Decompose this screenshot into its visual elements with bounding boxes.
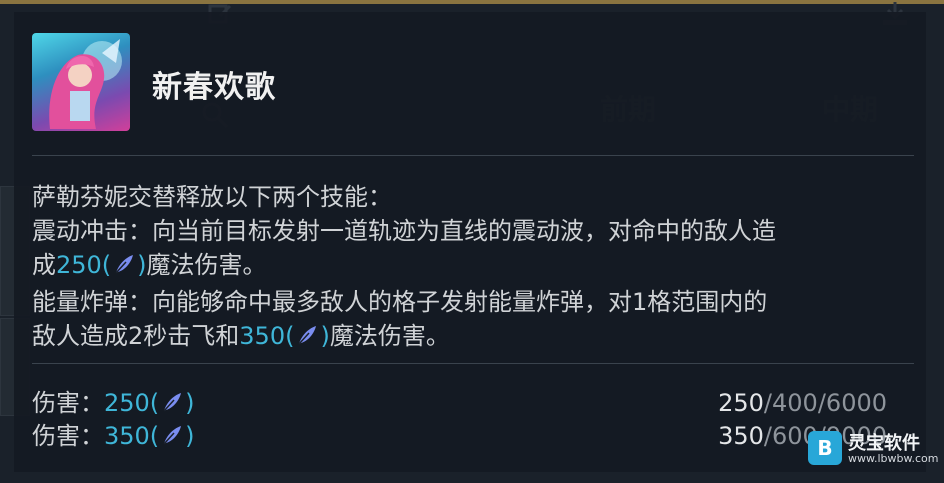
- ability-description: 萨勒芬妮交替释放以下两个技能： 震动冲击：向当前目标发射一道轨迹为直线的震动波，…: [32, 180, 912, 356]
- ap-damage-value: 350(: [104, 422, 160, 450]
- stat-label: 伤害：250(): [32, 387, 195, 422]
- description-text: 魔法伤害。: [146, 251, 267, 279]
- description-line: 震动冲击：向当前目标发射一道轨迹为直线的震动波，对命中的敌人造: [32, 217, 776, 245]
- divider: [32, 363, 914, 364]
- ap-paren: ): [185, 422, 195, 450]
- description-text: 魔法伤害。: [329, 322, 450, 350]
- separator: /: [763, 389, 773, 417]
- stat-label-text: 伤害：: [32, 422, 104, 450]
- star1-value: 350: [718, 422, 764, 450]
- ap-damage-value: 250(: [56, 251, 112, 279]
- stat-label: 伤害：350(): [32, 420, 195, 455]
- separator: /: [817, 389, 826, 417]
- ap-paren: ): [185, 389, 195, 417]
- stat-label-text: 伤害：: [32, 389, 104, 417]
- ability-power-icon: [295, 322, 319, 356]
- ability-power-icon: [160, 423, 184, 455]
- description-line: 成250()魔法伤害。: [32, 248, 912, 285]
- ability-power-icon: [112, 251, 136, 285]
- description-text: 成: [32, 251, 56, 279]
- ap-paren: ): [137, 251, 147, 279]
- watermark-url: www.lbwbw.com: [848, 452, 939, 465]
- damage-stat-row: 伤害：250() 250/400/6000: [32, 387, 887, 419]
- star3-value: 6000: [825, 389, 887, 417]
- star-level-values: 250/400/6000: [718, 387, 887, 419]
- description-text: 敌人造成2秒击飞和: [32, 322, 240, 350]
- separator: /: [763, 422, 773, 450]
- ability-title: 新春欢歌: [152, 70, 276, 105]
- description-line: 萨勒芬妮交替释放以下两个技能：: [32, 183, 392, 211]
- ability-power-icon: [160, 390, 184, 422]
- star1-value: 250: [718, 389, 764, 417]
- star2-value: 400: [772, 389, 818, 417]
- ability-portrait: [32, 33, 130, 131]
- description-line: 能量炸弹：向能够命中最多敌人的格子发射能量炸弹，对1格范围内的: [32, 288, 768, 316]
- divider: [32, 155, 914, 156]
- ap-damage-value: 350(: [239, 322, 295, 350]
- top-gold-border: [0, 0, 944, 4]
- damage-stat-row: 伤害：350() 350/600/9000: [32, 420, 887, 452]
- site-watermark: B 灵宝软件 www.lbwbw.com: [808, 429, 939, 469]
- watermark-logo-icon: B: [808, 431, 842, 465]
- ap-paren: ): [320, 322, 330, 350]
- ap-damage-value: 250(: [104, 389, 160, 417]
- description-line: 敌人造成2秒击飞和350()魔法伤害。: [32, 319, 912, 356]
